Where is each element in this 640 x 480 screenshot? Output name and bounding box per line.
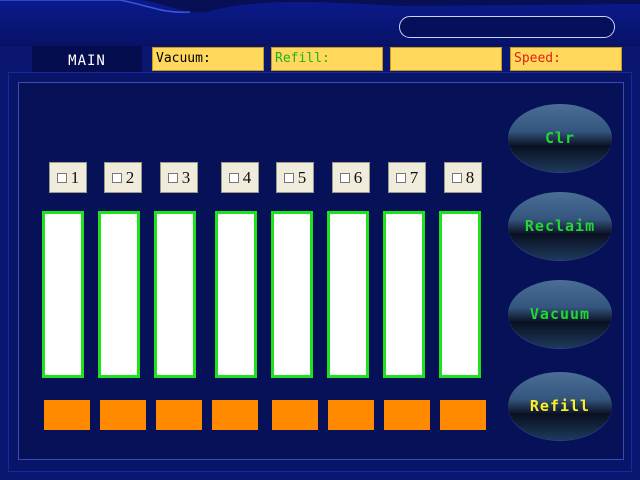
channel-6-checkbox[interactable]: 6 [332,162,370,193]
channel-2-chamber [98,211,140,378]
reclaim-button[interactable]: Reclaim [508,192,612,260]
channel-1-checkbox[interactable]: 1 [49,162,87,193]
channel-5-chamber [271,211,313,378]
channel-8-checkbox[interactable]: 8 [444,162,482,193]
vacuum-field: Vacuum: [152,47,264,71]
channel-3-indicator [156,400,202,430]
checkbox-icon [111,172,122,183]
vacuum-button[interactable]: Vacuum [508,280,612,348]
channel-8-indicator [440,400,486,430]
refill-button[interactable]: Refill [508,372,612,440]
channel-label: 1 [70,167,80,187]
channel-label: 4 [242,167,252,187]
channel-4-indicator [212,400,258,430]
channel-7-checkbox[interactable]: 7 [388,162,426,193]
channel-label: 3 [181,167,191,187]
checkbox-icon [339,172,350,183]
channel-2-indicator [100,400,146,430]
channel-3-chamber [154,211,196,378]
channel-6-indicator [328,400,374,430]
channel-7-chamber [383,211,425,378]
checkbox-icon [228,172,239,183]
channel-1-chamber [42,211,84,378]
blank-field [390,47,502,71]
channel-7-indicator [384,400,430,430]
channel-5-checkbox[interactable]: 5 [276,162,314,193]
checkbox-icon [395,172,406,183]
channel-label: 7 [409,167,419,187]
refill-field: Refill: [271,47,383,71]
checkbox-icon [451,172,462,183]
channel-4-chamber [215,211,257,378]
channel-label: 6 [353,167,363,187]
speed-field: Speed: [510,47,622,71]
checkbox-icon [167,172,178,183]
header-display-box [399,16,615,38]
channel-2-checkbox[interactable]: 2 [104,162,142,193]
channel-6-chamber [327,211,369,378]
channel-3-checkbox[interactable]: 3 [160,162,198,193]
channel-label: 5 [297,167,307,187]
channel-label: 8 [465,167,475,187]
checkbox-icon [283,172,294,183]
channel-4-checkbox[interactable]: 4 [221,162,259,193]
clr-button[interactable]: Clr [508,104,612,172]
channel-8-chamber [439,211,481,378]
channel-label: 2 [125,167,135,187]
channel-1-indicator [44,400,90,430]
checkbox-icon [56,172,67,183]
channel-5-indicator [272,400,318,430]
